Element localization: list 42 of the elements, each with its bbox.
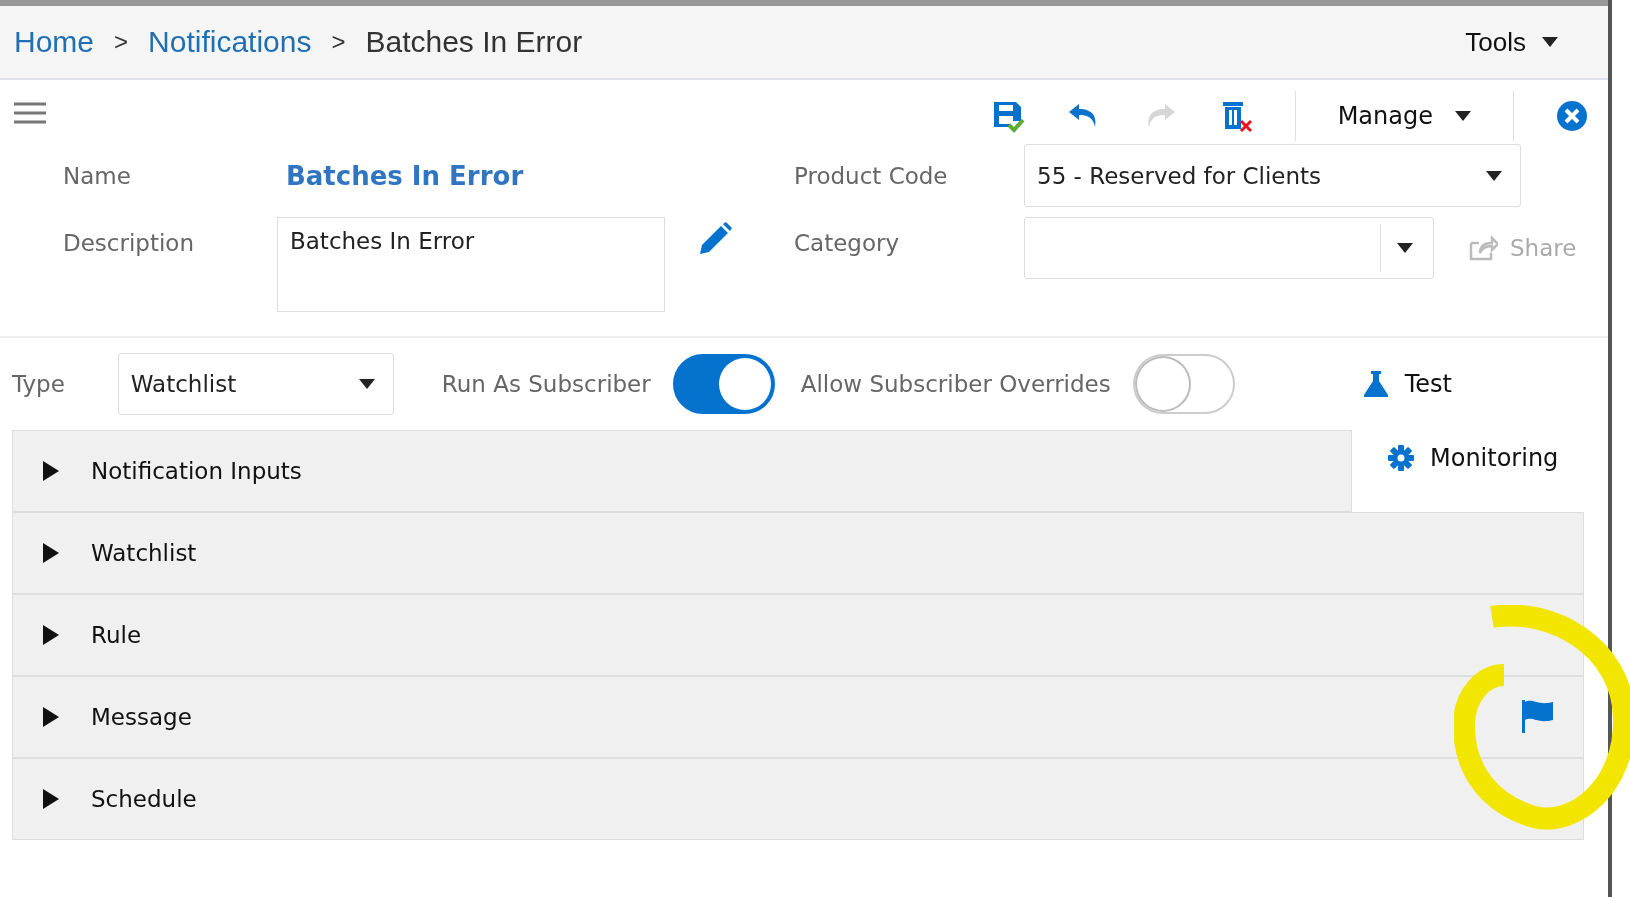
caret-icon [43, 707, 59, 727]
test-link[interactable]: Test [1362, 370, 1452, 398]
caret-icon [1542, 37, 1558, 47]
caret-icon [43, 543, 59, 563]
breadcrumb-separator: > [114, 28, 129, 56]
type-select[interactable]: Watchlist [117, 353, 394, 415]
share-button: Share [1468, 235, 1577, 261]
close-icon[interactable] [1556, 100, 1588, 132]
section-header[interactable]: Rule [12, 594, 1584, 676]
description-label: Description [63, 230, 195, 256]
toggle-switch[interactable] [672, 354, 775, 414]
name-label: Name [63, 163, 132, 189]
monitoring-link[interactable]: Monitoring [1388, 444, 1559, 472]
caret-icon [43, 461, 59, 481]
type-label: Type [12, 371, 65, 397]
flask-icon [1362, 370, 1389, 398]
caret-icon [358, 379, 375, 389]
caret-icon [1455, 111, 1471, 121]
gear-icon [1388, 445, 1414, 471]
product-code-select[interactable]: 55 - Reserved for Clients [1024, 144, 1521, 207]
share-icon [1468, 235, 1498, 261]
section-header[interactable]: Schedule [12, 758, 1584, 840]
breadcrumb-current: Batches In Error [365, 25, 583, 59]
name-value: Batches In Error [286, 161, 525, 191]
menu-icon[interactable] [14, 102, 46, 124]
caret-icon [1486, 170, 1502, 181]
description-field[interactable]: Batches In Error [277, 217, 665, 312]
breadcrumb-separator: > [331, 28, 346, 56]
toggle-label: Run As Subscriber [441, 371, 651, 397]
caret-icon [43, 789, 59, 809]
product-code-label: Product Code [794, 163, 948, 189]
breadcrumb-link[interactable]: Notifications [148, 25, 312, 59]
breadcrumb-link[interactable]: Home [14, 25, 95, 59]
caret-icon [43, 625, 59, 645]
tools-menu[interactable]: Tools [1465, 26, 1558, 58]
caret-icon [1397, 243, 1413, 253]
manage-menu-button[interactable]: Manage [1337, 102, 1471, 130]
section-header[interactable]: Watchlist [12, 512, 1584, 594]
section-header[interactable]: Message [12, 676, 1584, 758]
section-header[interactable]: Notification Inputs [12, 430, 1352, 512]
toggle-label: Allow Subscriber Overrides [800, 371, 1111, 397]
category-label: Category [794, 230, 900, 256]
